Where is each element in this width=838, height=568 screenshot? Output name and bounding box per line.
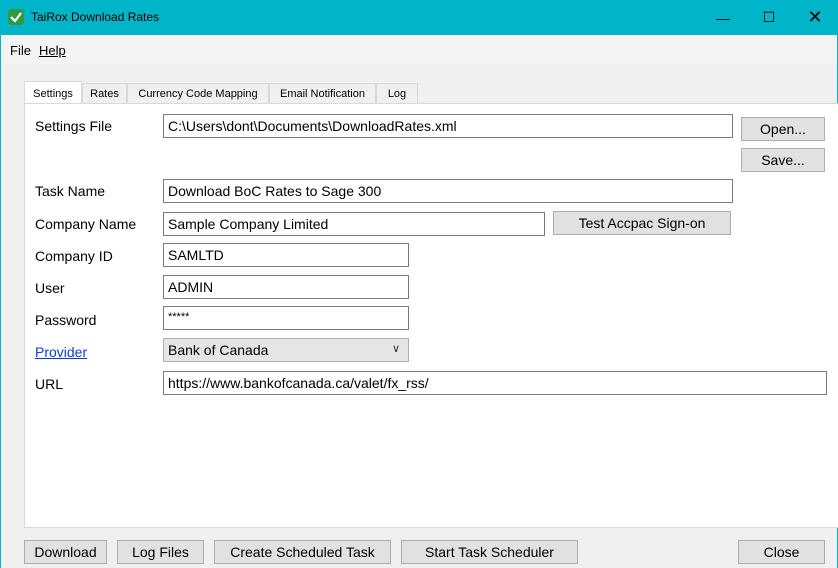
tab-settings[interactable]: Settings [24, 81, 82, 103]
settings-file-label: Settings File [35, 118, 113, 134]
provider-selected-value: Bank of Canada [168, 342, 269, 358]
window-title: TaiRox Download Rates [31, 10, 160, 24]
company-name-field[interactable]: Sample Company Limited [163, 212, 545, 236]
url-field[interactable]: https://www.bankofcanada.ca/valet/fx_rss… [163, 371, 827, 395]
save-button-label: Save... [761, 152, 805, 168]
tab-currency-code-mapping[interactable]: Currency Code Mapping [127, 83, 269, 103]
open-button-label: Open... [760, 121, 806, 137]
tab-email-notification[interactable]: Email Notification [269, 83, 376, 103]
url-label: URL [35, 376, 64, 392]
menu-help[interactable]: Help [39, 43, 66, 58]
user-label: User [35, 280, 65, 296]
log-files-button[interactable]: Log Files [117, 540, 204, 564]
open-button[interactable]: Open... [741, 117, 825, 141]
chevron-down-icon: ∨ [391, 343, 400, 355]
tab-log[interactable]: Log [376, 83, 418, 103]
app-icon [8, 9, 24, 25]
password-label: Password [35, 312, 97, 328]
test-signon-label: Test Accpac Sign-on [578, 215, 706, 231]
menu-file[interactable]: File [10, 43, 31, 58]
start-task-scheduler-button[interactable]: Start Task Scheduler [401, 540, 578, 564]
maximize-icon[interactable]: ☐ [746, 0, 792, 35]
minimize-icon[interactable]: — [700, 0, 746, 35]
settings-file-field[interactable]: C:\Users\dont\Documents\DownloadRates.xm… [163, 114, 733, 138]
log-files-button-label: Log Files [132, 544, 189, 560]
close-button-label: Close [763, 544, 800, 560]
start-scheduler-button-label: Start Task Scheduler [425, 544, 554, 560]
provider-select[interactable]: Bank of Canada ∨ [163, 338, 409, 362]
company-id-field[interactable]: SAMLTD [163, 243, 409, 267]
company-name-label: Company Name [35, 216, 137, 232]
company-id-label: Company ID [35, 248, 113, 264]
provider-link[interactable]: Provider [35, 344, 87, 360]
tab-rates[interactable]: Rates [82, 83, 127, 103]
settings-panel [24, 103, 838, 528]
task-name-label: Task Name [35, 183, 106, 199]
user-field[interactable]: ADMIN [163, 275, 409, 299]
create-scheduled-task-button[interactable]: Create Scheduled Task [214, 540, 391, 564]
test-accpac-signon-button[interactable]: Test Accpac Sign-on [553, 211, 731, 235]
close-icon[interactable]: ✕ [792, 0, 838, 35]
password-field[interactable]: ***** [163, 306, 409, 330]
download-button-label: Download [34, 544, 97, 560]
title-bar[interactable]: TaiRox Download Rates — ☐ ✕ [0, 0, 838, 35]
close-button[interactable]: Close [738, 540, 825, 564]
window-border-left [0, 35, 1, 568]
task-name-field[interactable]: Download BoC Rates to Sage 300 [163, 179, 733, 203]
menu-bar: File Help [1, 35, 837, 64]
save-button[interactable]: Save... [741, 148, 825, 172]
create-task-button-label: Create Scheduled Task [230, 544, 375, 560]
download-button[interactable]: Download [24, 540, 107, 564]
